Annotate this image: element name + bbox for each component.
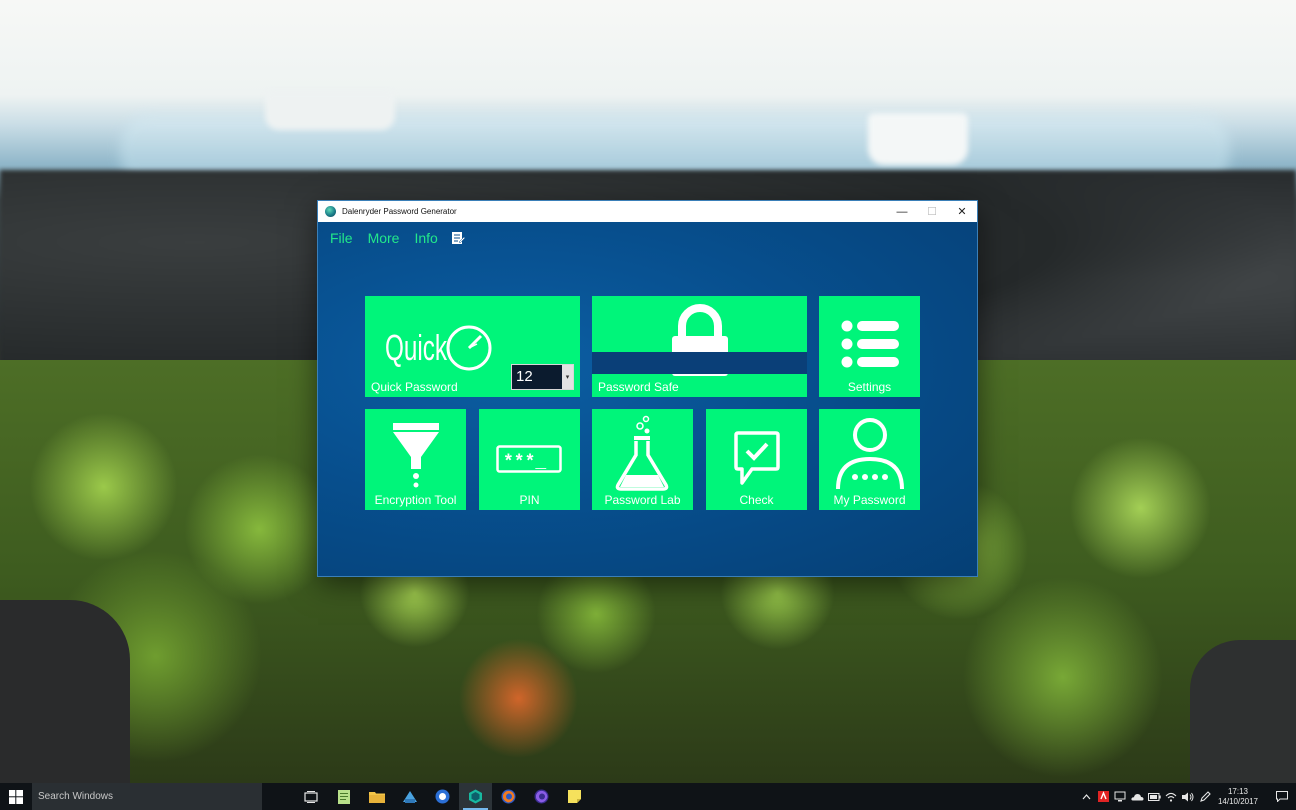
minimize-button[interactable]: — (887, 201, 917, 222)
spinner-arrow-icon[interactable]: ▾ (562, 365, 573, 389)
password-lab-label: Password Lab (604, 493, 681, 507)
chevron-up-icon[interactable] (1078, 783, 1095, 810)
task-view-icon[interactable] (294, 783, 327, 810)
pin-label: PIN (519, 493, 540, 507)
settings-label: Settings (847, 380, 892, 394)
clock-date: 14/10/2017 (1217, 796, 1258, 806)
check-label: Check (739, 493, 774, 507)
browser-icon[interactable] (426, 783, 459, 810)
password-generator-window: Dalenryder Password Generator — ☐ ✕ File… (318, 201, 977, 576)
funnel-icon (393, 423, 439, 488)
quick-password-tile[interactable]: Quick 12 ▾ Quick Password (365, 296, 580, 397)
password-lab-tile[interactable]: Password Lab (592, 409, 693, 510)
system-tray: 17:13 14/10/2017 (1078, 783, 1296, 810)
search-input[interactable]: Search Windows (32, 783, 262, 810)
check-tile[interactable]: Check (706, 409, 807, 510)
wallpaper-rock (1190, 640, 1296, 783)
firefox-icon[interactable] (492, 783, 525, 810)
action-center-icon[interactable] (1268, 783, 1296, 810)
my-password-label: My Password (833, 493, 906, 507)
volume-icon[interactable] (1180, 783, 1197, 810)
encryption-tool-label: Encryption Tool (374, 493, 457, 507)
menu-info[interactable]: Info (414, 230, 437, 246)
pin-field-icon: ***_ (496, 445, 562, 473)
password-safe-bar (592, 352, 807, 374)
wallpaper-boat (265, 92, 395, 130)
file-explorer-icon[interactable] (360, 783, 393, 810)
wallpaper-boat (868, 113, 968, 165)
quick-stopwatch-icon: Quick (385, 325, 492, 371)
search-placeholder: Search Windows (38, 791, 114, 802)
password-safe-tile[interactable]: Password Safe (592, 296, 807, 397)
my-password-tile[interactable]: My Password (819, 409, 920, 510)
taskbar: Search Windows 17:13 14/10/2017 (0, 783, 1296, 810)
onedrive-icon[interactable] (1129, 783, 1146, 810)
menu-more[interactable]: More (368, 230, 400, 246)
menu-file[interactable]: File (330, 230, 353, 246)
app-icon[interactable] (393, 783, 426, 810)
encryption-tool-tile[interactable]: Encryption Tool (365, 409, 466, 510)
title-bar[interactable]: Dalenryder Password Generator — ☐ ✕ (318, 201, 977, 222)
notepad-icon[interactable] (327, 783, 360, 810)
user-profile-icon (836, 418, 904, 490)
password-length-value[interactable]: 12 (512, 365, 562, 389)
antivirus-icon[interactable] (1095, 783, 1112, 810)
list-settings-icon (841, 320, 899, 368)
taskbar-clock[interactable]: 17:13 14/10/2017 (1218, 787, 1258, 807)
pin-tile[interactable]: ***_ PIN (479, 409, 580, 510)
menu-bar: File More Info (330, 230, 466, 246)
windows-logo-icon (9, 789, 23, 804)
quick-password-label: Quick Password (371, 380, 458, 394)
notepad-icon[interactable] (451, 231, 466, 245)
svg-text:Quick: Quick (385, 327, 448, 368)
svg-text:***_: ***_ (503, 453, 546, 473)
wallpaper-rock (0, 600, 130, 783)
close-button[interactable]: ✕ (947, 201, 977, 222)
sticky-notes-icon[interactable] (558, 783, 591, 810)
battery-icon[interactable] (1146, 783, 1163, 810)
main-panel: File More Info Quick 12 ▾ Quick Password… (318, 222, 977, 576)
clock-time: 17:13 (1227, 786, 1248, 796)
maximize-button[interactable]: ☐ (917, 201, 947, 222)
settings-tile[interactable]: Settings (819, 296, 920, 397)
start-button[interactable] (0, 783, 32, 810)
password-safe-label: Password Safe (598, 380, 679, 394)
password-generator-icon[interactable] (459, 783, 492, 810)
flask-icon (615, 415, 669, 491)
network-icon[interactable] (1112, 783, 1129, 810)
window-title: Dalenryder Password Generator (342, 207, 457, 216)
pen-icon[interactable] (1197, 783, 1214, 810)
firefox-nightly-icon[interactable] (525, 783, 558, 810)
wifi-icon[interactable] (1163, 783, 1180, 810)
password-length-spinner[interactable]: 12 ▾ (511, 364, 574, 390)
app-logo-icon (325, 206, 336, 217)
window-controls: — ☐ ✕ (887, 201, 977, 222)
speech-check-icon (734, 431, 780, 485)
